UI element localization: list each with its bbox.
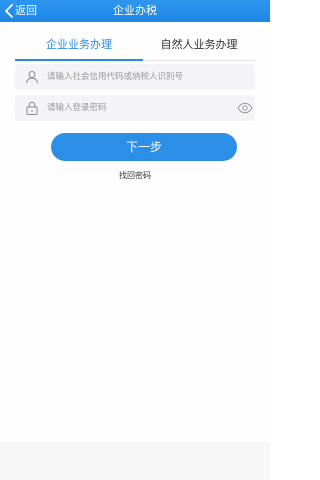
- eye-icon[interactable]: [237, 102, 253, 114]
- account-input[interactable]: [47, 68, 237, 86]
- tab-enterprise[interactable]: 企业业务办理: [15, 32, 143, 61]
- bottom-area: [0, 442, 270, 480]
- next-step-button[interactable]: 下一步: [51, 133, 237, 161]
- forgot-password-link[interactable]: 找回密码: [0, 170, 270, 181]
- password-field: [15, 95, 255, 121]
- lock-icon: [26, 101, 38, 115]
- tab-individual[interactable]: 自然人业务办理: [143, 32, 255, 60]
- user-icon: [26, 71, 38, 84]
- login-page: 返回 企业办税 企业业务办理 自然人业务办理 下一步 找回密码: [0, 0, 270, 480]
- page-title: 企业办税: [113, 4, 157, 17]
- tab-bar: 企业业务办理 自然人业务办理: [15, 32, 255, 61]
- password-input[interactable]: [47, 99, 237, 117]
- account-field: [15, 64, 255, 90]
- top-bar: 返回 企业办税: [0, 0, 270, 22]
